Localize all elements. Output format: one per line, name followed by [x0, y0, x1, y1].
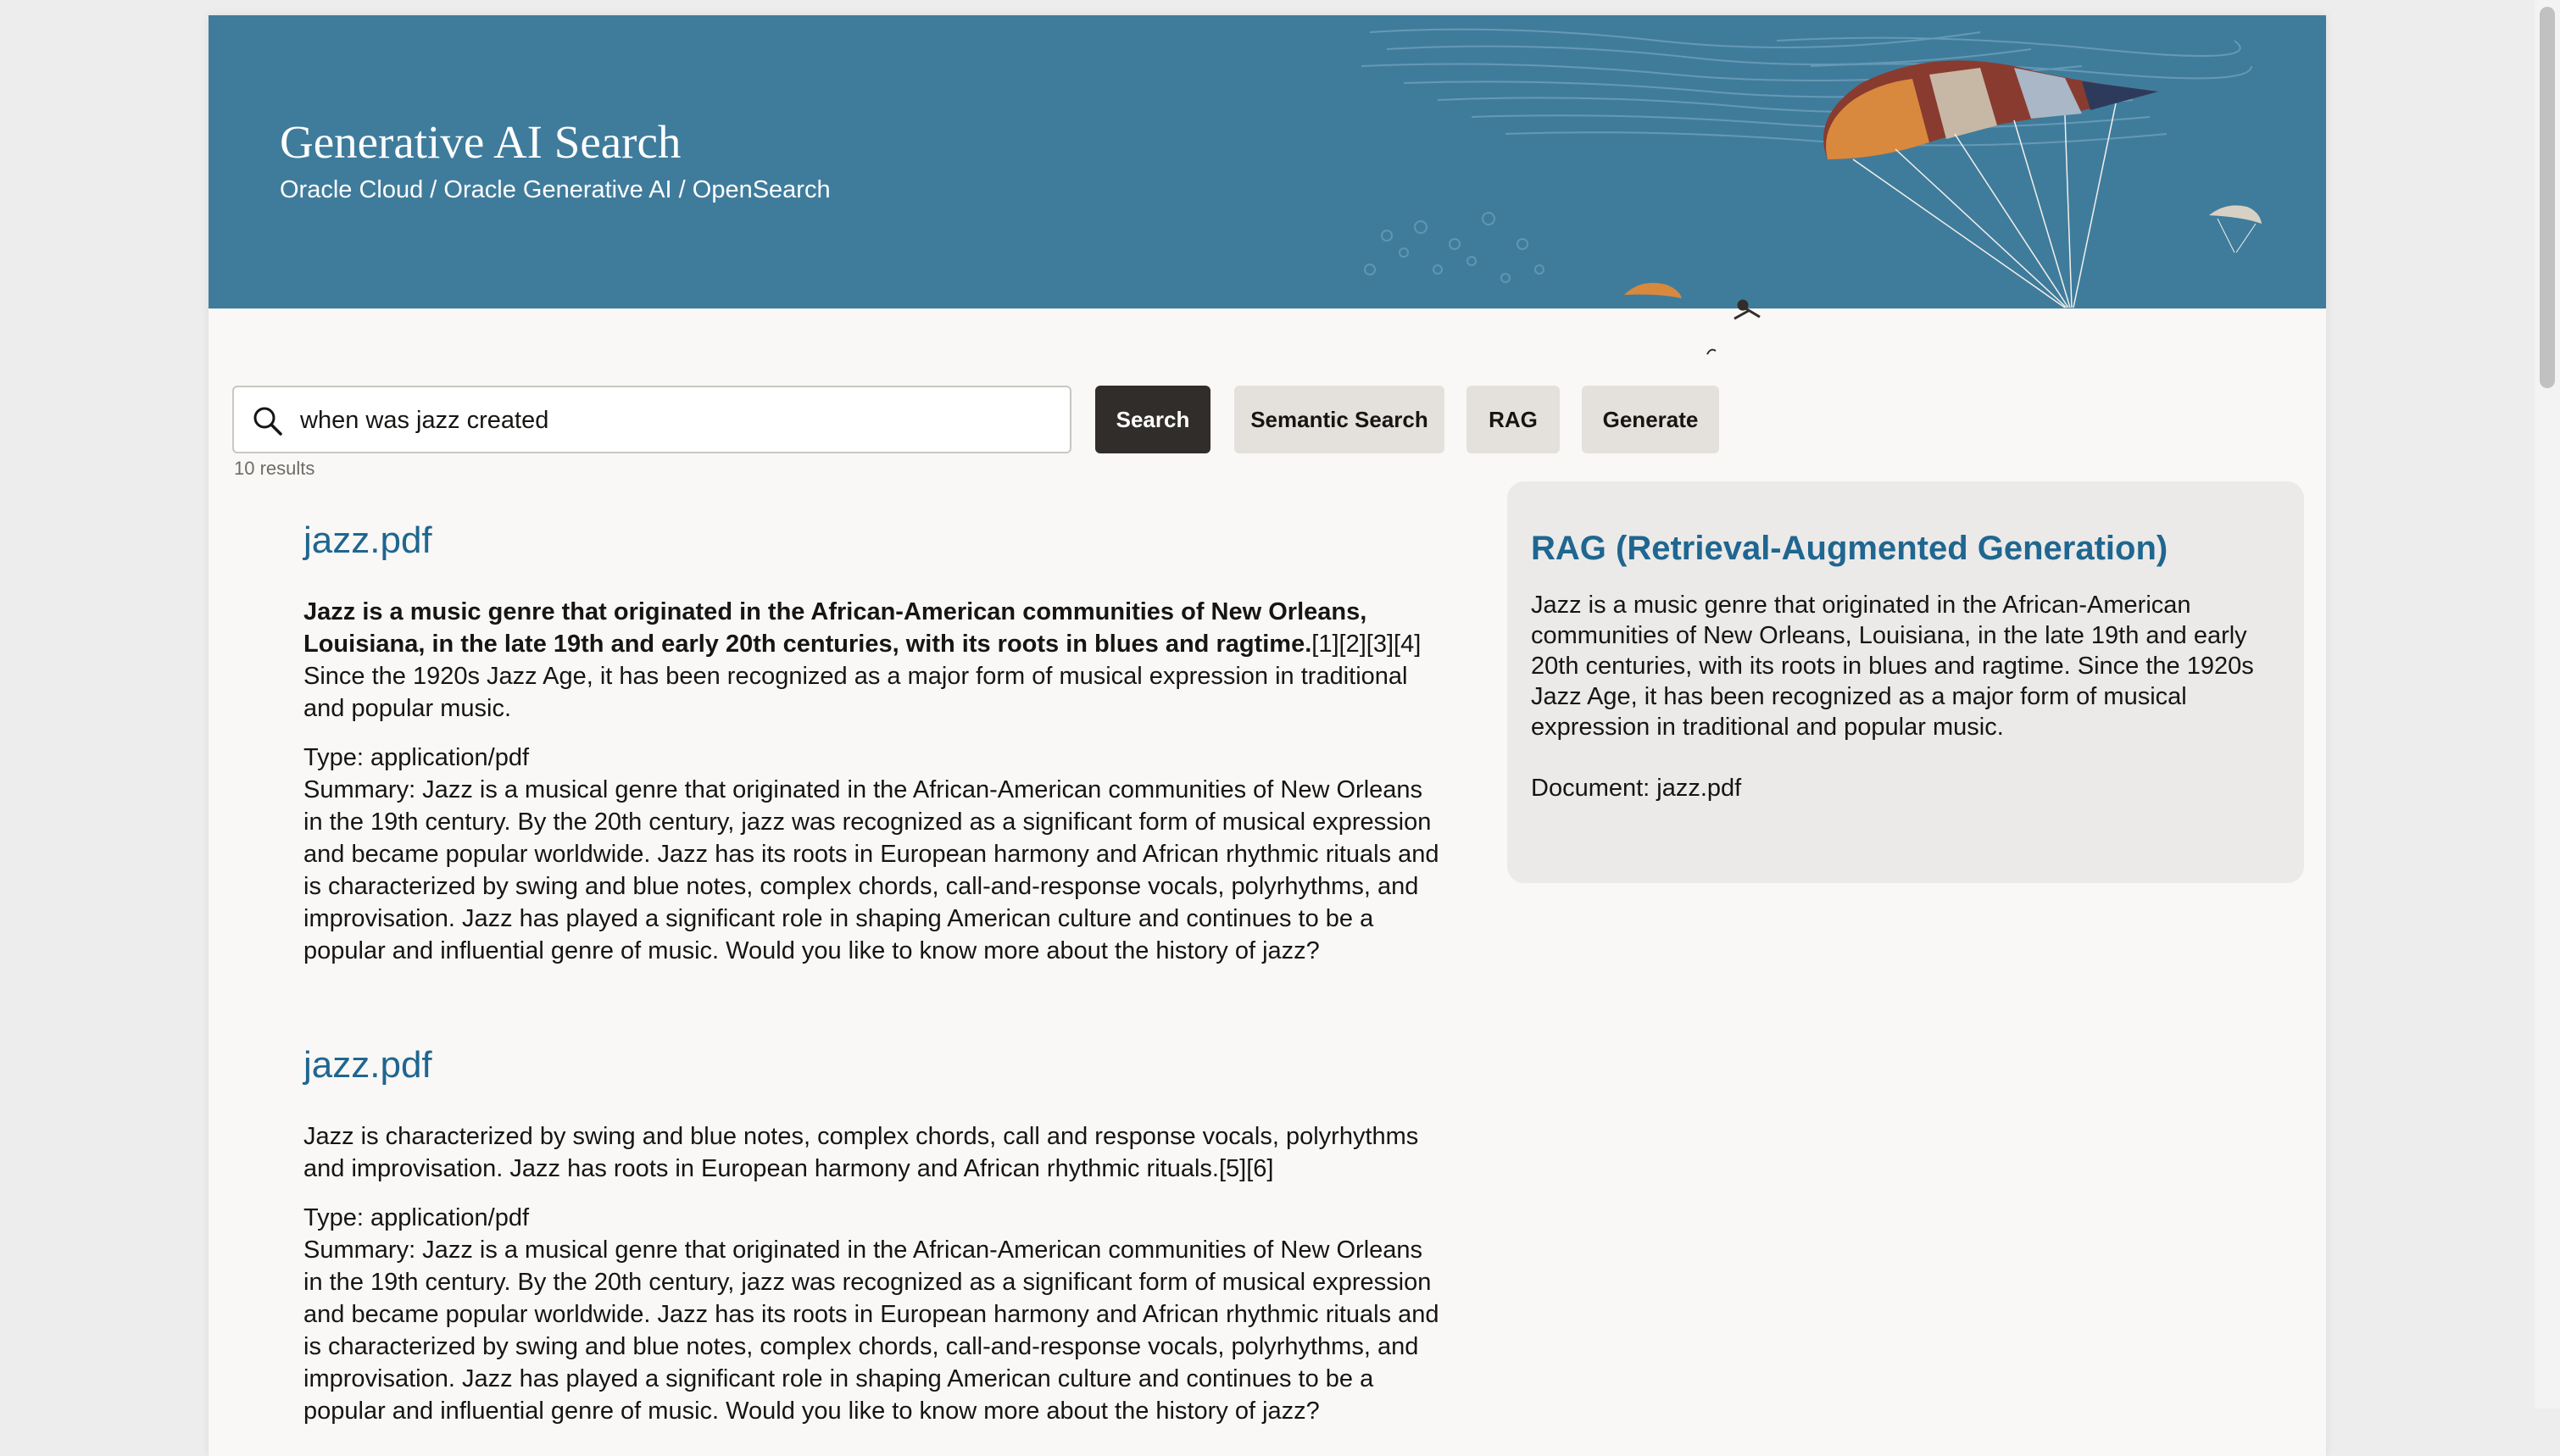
result-summary: Summary: Jazz is a musical genre that or… [303, 776, 1439, 964]
breadcrumb: Oracle Cloud / Oracle Generative AI / Op… [280, 176, 831, 203]
rag-panel: RAG (Retrieval-Augmented Generation) Jaz… [1507, 481, 2304, 883]
page-scrollbar[interactable] [2535, 0, 2560, 1409]
skydiver-illustration [1706, 299, 1761, 355]
page-container: Generative AI Search Oracle Cloud / Orac… [209, 15, 2326, 1456]
result-title-link[interactable]: jazz.pdf [303, 1036, 1439, 1095]
semantic-search-button[interactable]: Semantic Search [1234, 386, 1444, 453]
result-title-link[interactable]: jazz.pdf [303, 511, 1439, 570]
rag-answer: Jazz is a music genre that originated in… [1531, 592, 2254, 741]
result-highlight: Jazz is characterized by swing and blue … [303, 1120, 1439, 1185]
scrollbar-thumb[interactable] [2540, 7, 2555, 388]
rag-title: RAG (Retrieval-Augmented Generation) [1531, 530, 2168, 567]
rag-document: Document: jazz.pdf [1531, 775, 1742, 802]
result-type: Type: application/pdf [303, 1204, 530, 1231]
rag-button[interactable]: RAG [1466, 386, 1560, 453]
search-icon [253, 407, 282, 436]
header-banner: Generative AI Search Oracle Cloud / Orac… [209, 15, 2326, 308]
list-item: jazz.pdf Jazz is a music genre that orig… [303, 511, 1439, 967]
search-input[interactable] [300, 399, 1046, 442]
search-button[interactable]: Search [1095, 386, 1210, 453]
result-highlight-rest: Jazz is characterized by swing and blue … [303, 1123, 1419, 1182]
generate-button[interactable]: Generate [1582, 386, 1719, 453]
result-summary: Summary: Jazz is a musical genre that or… [303, 1236, 1439, 1425]
result-count: 10 results [234, 458, 315, 479]
list-item: jazz.pdf Jazz is characterized by swing … [303, 1036, 1439, 1427]
search-box[interactable] [232, 386, 1071, 453]
parachute-illustration [1361, 28, 2262, 308]
result-highlight-bold: Jazz is a music genre that originated in… [303, 598, 1367, 658]
result-type: Type: application/pdf [303, 744, 530, 771]
page-title: Generative AI Search [280, 116, 682, 168]
result-highlight: Jazz is a music genre that originated in… [303, 596, 1439, 725]
